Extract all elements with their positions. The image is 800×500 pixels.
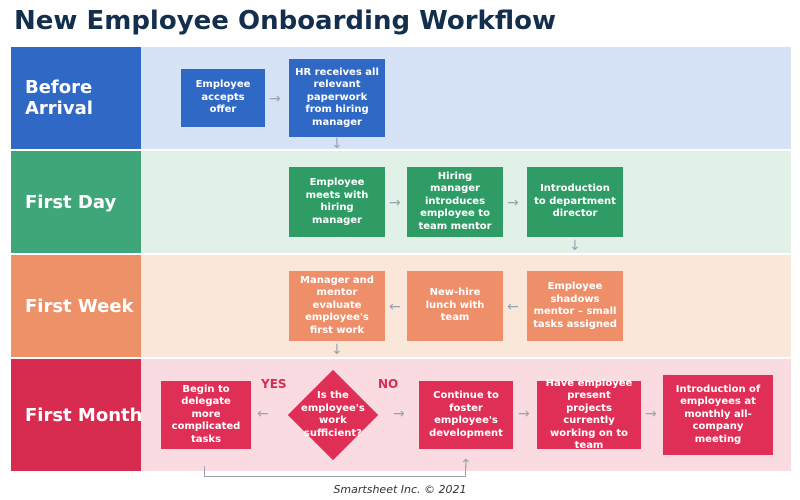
arrow-icon: ← <box>507 300 519 314</box>
node-intro-director: Introduction to department director <box>527 167 623 237</box>
node-newhire-lunch: New-hire lunch with team <box>407 271 503 341</box>
loopback-connector <box>204 466 466 477</box>
node-introduce-mentor: Hiring manager introduces employee to te… <box>407 167 503 237</box>
lane-first-week: First Week Employee shadows mentor – sma… <box>10 254 792 358</box>
lane-before-arrival: Before Arrival Employee accepts offer → … <box>10 46 792 150</box>
lane-body-month: Begin to delegate more complicated tasks… <box>141 359 791 471</box>
arrow-icon: → <box>518 407 530 421</box>
lane-label-month: First Month <box>11 359 155 471</box>
lane-label-before: Before Arrival <box>11 47 155 149</box>
node-allcompany-meeting: Introduction of employees at monthly all… <box>663 375 773 455</box>
node-delegate-tasks: Begin to delegate more complicated tasks <box>161 381 251 449</box>
node-present-projects: Have employee present projects currently… <box>537 381 641 449</box>
lane-first-day: First Day Employee meets with hiring man… <box>10 150 792 254</box>
arrow-icon: ↓ <box>569 239 581 253</box>
node-employee-accepts-offer: Employee accepts offer <box>181 69 265 127</box>
lane-body-day: Employee meets with hiring manager → Hir… <box>141 151 791 253</box>
arrow-icon: → <box>389 196 401 210</box>
lane-label-week: First Week <box>11 255 155 357</box>
arrow-icon: ← <box>257 407 269 421</box>
node-meets-hiring-manager: Employee meets with hiring manager <box>289 167 385 237</box>
node-hr-receives-paperwork: HR receives all relevant paperwork from … <box>289 59 385 137</box>
lane-first-month: First Month Begin to delegate more compl… <box>10 358 792 472</box>
arrow-icon: → <box>645 407 657 421</box>
arrow-icon: → <box>269 92 281 106</box>
node-evaluate-work: Manager and mentor evaluate employee's f… <box>289 271 385 341</box>
arrow-icon: → <box>507 196 519 210</box>
decision-text: Is the employee's work sufficient? <box>301 390 365 440</box>
node-foster-development: Continue to foster employee's developmen… <box>419 381 513 449</box>
node-shadows-mentor: Employee shadows mentor – small tasks as… <box>527 271 623 341</box>
arrow-icon: ↓ <box>331 343 343 357</box>
decision-no-label: NO <box>378 377 398 391</box>
onboarding-workflow-diagram: New Employee Onboarding Workflow Before … <box>0 0 800 500</box>
lane-body-before: Employee accepts offer → HR receives all… <box>141 47 791 149</box>
lane-label-day: First Day <box>11 151 155 253</box>
decision-yes-label: YES <box>261 377 287 391</box>
arrow-icon: ↓ <box>331 137 343 151</box>
arrow-icon: ↑ <box>460 458 472 472</box>
lane-body-week: Employee shadows mentor – small tasks as… <box>141 255 791 357</box>
decision-work-sufficient: Is the employee's work sufficient? <box>288 370 379 461</box>
page-title: New Employee Onboarding Workflow <box>14 6 556 36</box>
arrow-icon: → <box>393 407 405 421</box>
footer-attribution: Smartsheet Inc. © 2021 <box>0 483 800 496</box>
arrow-icon: ← <box>389 300 401 314</box>
